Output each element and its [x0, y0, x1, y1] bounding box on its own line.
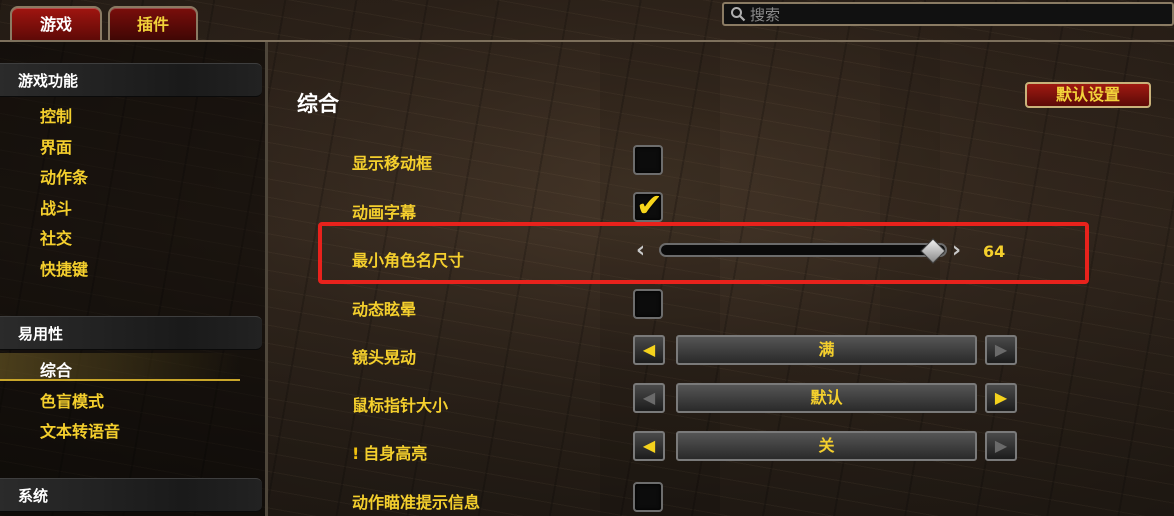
cursor-size-value[interactable]: 默认: [676, 383, 977, 413]
search-icon: [731, 7, 746, 22]
self-highlight-prev-button[interactable]: ◀: [633, 431, 665, 461]
self-highlight-value[interactable]: 关: [676, 431, 977, 461]
default-settings-button[interactable]: 默认设置: [1025, 82, 1151, 108]
camera-shake-prev-button[interactable]: ◀: [633, 335, 665, 365]
page-title: 综合: [297, 92, 339, 116]
label-self-highlight: ! 自身高亮: [352, 440, 427, 464]
tab-bar: 游戏 插件 搜索: [0, 0, 1174, 42]
label-camera-shake: 镜头晃动: [352, 348, 417, 367]
tab-addons[interactable]: 插件: [108, 6, 198, 42]
checkbox-aim-hint[interactable]: [633, 482, 663, 512]
sidebar-section-system[interactable]: 系统: [0, 478, 262, 512]
sidebar-section-accessibility[interactable]: 易用性: [0, 316, 262, 350]
sidebar-divider: [265, 42, 268, 516]
search-placeholder: 搜索: [750, 5, 781, 24]
label-cursor-size: 鼠标指针大小: [352, 396, 449, 415]
label-aim-hint: 动作瞄准提示信息: [352, 493, 481, 512]
tab-game[interactable]: 游戏: [10, 6, 102, 42]
cursor-size-prev-button[interactable]: ◀: [633, 383, 665, 413]
camera-shake-value[interactable]: 满: [676, 335, 977, 365]
sidebar-item-action-bars[interactable]: 动作条: [40, 164, 88, 188]
exclamation-icon: !: [352, 444, 360, 463]
sidebar-section-game-features[interactable]: 游戏功能: [0, 63, 262, 97]
sidebar-item-interface[interactable]: 界面: [40, 134, 72, 158]
sidebar-item-social[interactable]: 社交: [40, 225, 72, 249]
sidebar-item-keybindings[interactable]: 快捷键: [40, 256, 88, 280]
highlight-annotation: [318, 222, 1089, 284]
label-animated-subtitles: 动画字幕: [352, 203, 417, 222]
sidebar-item-combat[interactable]: 战斗: [40, 195, 72, 219]
checkbox-motion-sickness[interactable]: [633, 289, 663, 319]
cursor-size-next-button[interactable]: ▶: [985, 383, 1017, 413]
sidebar-item-text-to-speech[interactable]: 文本转语音: [40, 418, 120, 442]
checkmark-icon: ✔: [636, 186, 663, 224]
label-self-highlight-text: 自身高亮: [363, 444, 428, 463]
checkbox-animated-subtitles[interactable]: ✔: [633, 186, 663, 224]
sidebar-item-colorblind-mode[interactable]: 色盲模式: [40, 388, 104, 412]
background-post: [880, 40, 940, 340]
search-input[interactable]: 搜索: [722, 2, 1174, 26]
self-highlight-next-button[interactable]: ▶: [985, 431, 1017, 461]
label-motion-sickness: 动态眩晕: [352, 300, 417, 319]
camera-shake-next-button[interactable]: ▶: [985, 335, 1017, 365]
sidebar-selected-indicator: [0, 353, 240, 381]
label-show-move-frame: 显示移动框: [352, 154, 433, 173]
sidebar-item-general[interactable]: 综合: [40, 357, 72, 381]
checkbox-show-move-frame[interactable]: [633, 145, 663, 175]
sidebar-item-controls[interactable]: 控制: [40, 103, 72, 127]
